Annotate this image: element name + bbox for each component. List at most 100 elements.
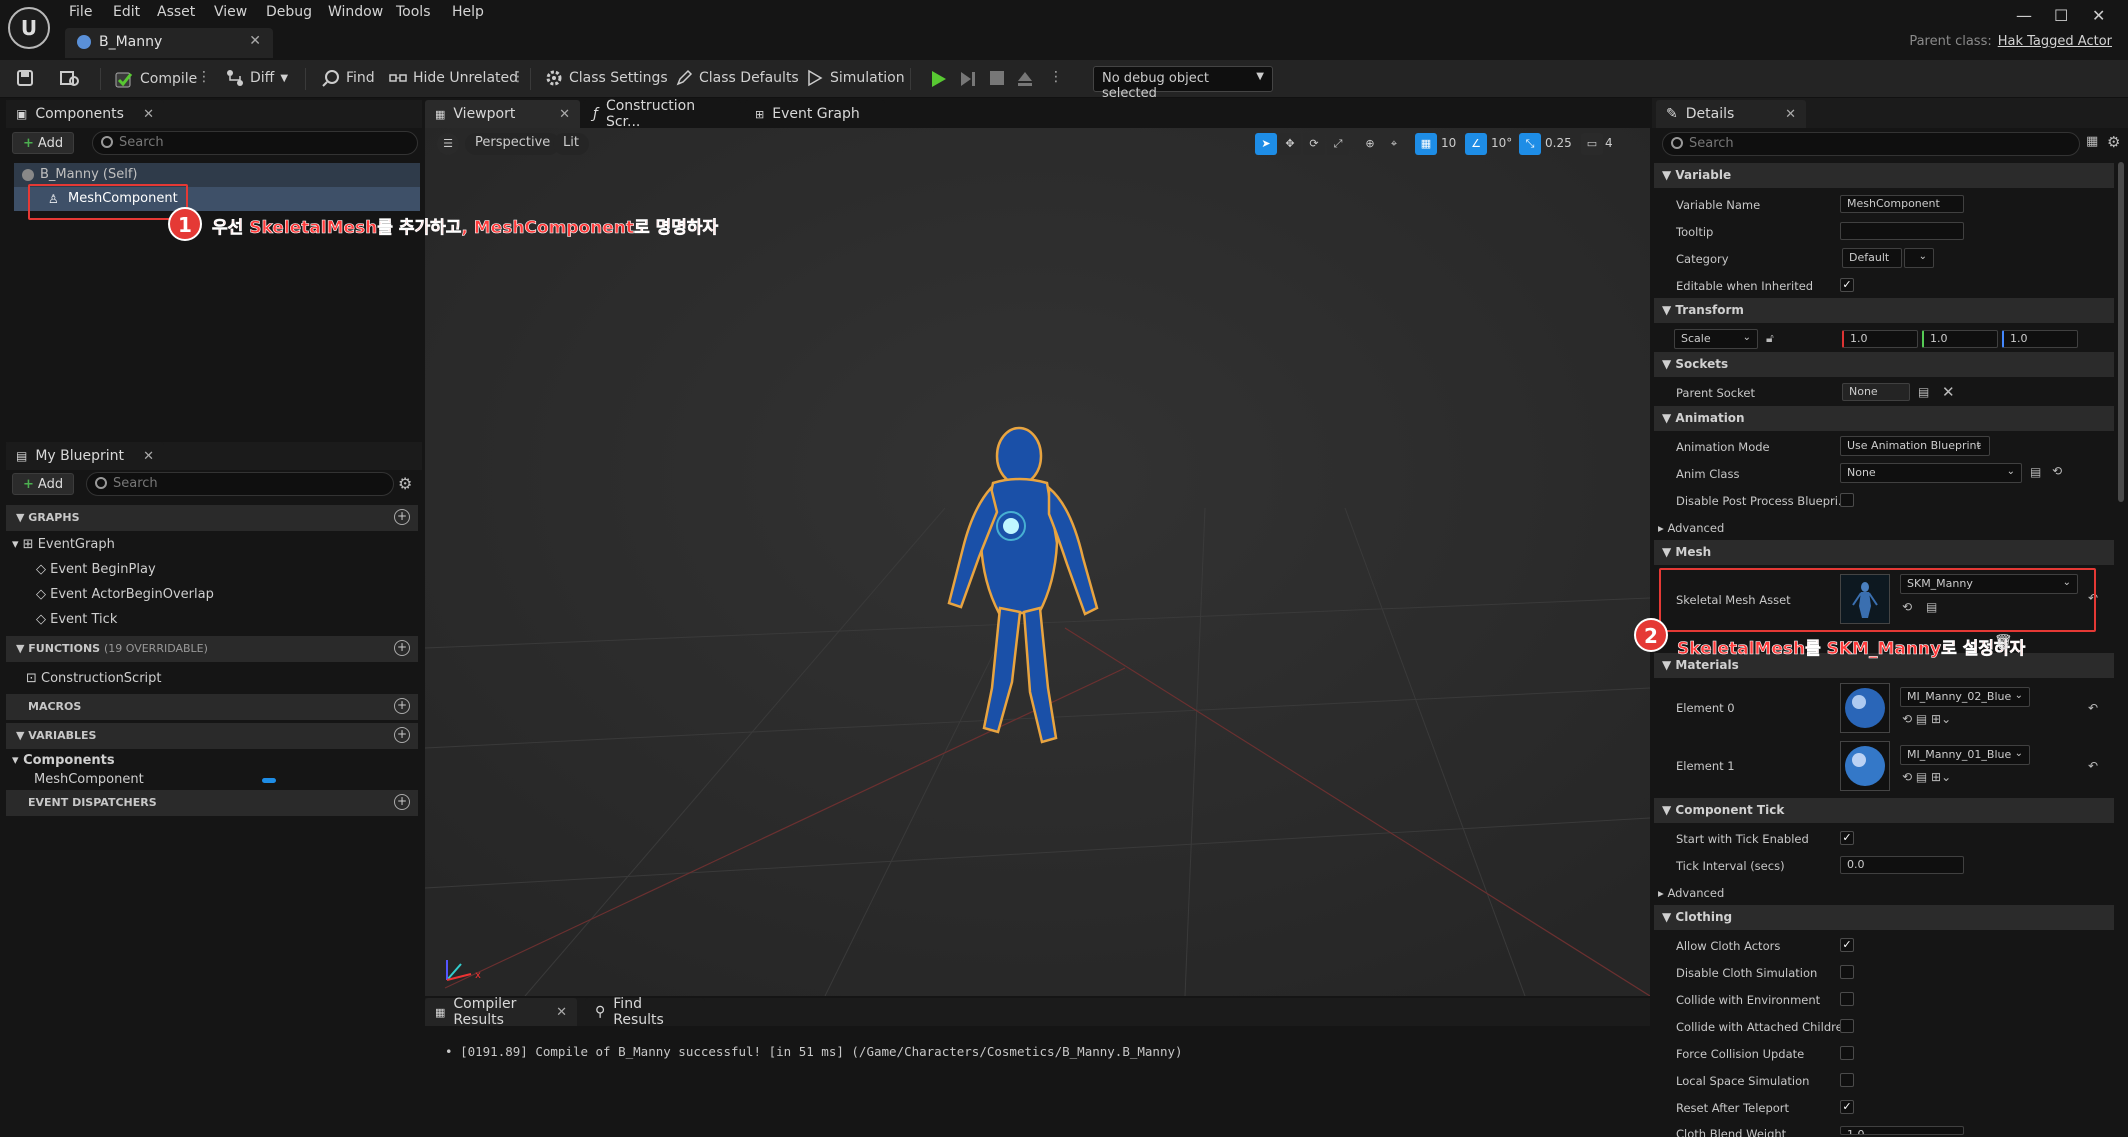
rotation-snap-icon[interactable]: ∠ xyxy=(1465,133,1487,155)
translate-icon[interactable]: ✥ xyxy=(1279,133,1301,155)
eject-icon[interactable] xyxy=(1016,70,1034,88)
tooltip-input[interactable] xyxy=(1840,222,1964,240)
category-dropdown[interactable]: ⌄ xyxy=(1904,248,1934,268)
tab-viewport[interactable]: ▦ Viewport ✕ xyxy=(425,100,580,128)
grid-snap-icon[interactable]: ▦ xyxy=(1415,133,1437,155)
tab-construction-script[interactable]: ƒ Construction Scr... xyxy=(583,98,741,130)
add-variable-icon[interactable]: + xyxy=(394,727,410,743)
scale-z-input[interactable]: 1.0 xyxy=(2002,330,2078,348)
mesh-section-header[interactable]: ▼ Mesh xyxy=(1654,540,2114,565)
perspective-button[interactable]: Perspective xyxy=(465,133,561,155)
graphs-section-header[interactable]: ▼ GRAPHS + xyxy=(6,505,418,531)
close-icon[interactable]: ✕ xyxy=(556,1005,567,1020)
tab-compiler-results[interactable]: ▦ Compiler Results ✕ xyxy=(425,996,577,1028)
maximize-icon[interactable]: ☐ xyxy=(2054,6,2068,25)
add-function-icon[interactable]: + xyxy=(394,640,410,656)
component-tick-section-header[interactable]: ▼ Component Tick xyxy=(1654,798,2114,823)
reset-to-default-icon[interactable]: ↶ xyxy=(2088,701,2098,715)
compile-options-icon[interactable]: ⋮ xyxy=(197,69,211,85)
animation-advanced-row[interactable]: ▸ Advanced xyxy=(1658,521,1724,535)
class-defaults-button[interactable]: Class Defaults xyxy=(675,69,799,87)
find-button[interactable]: Find xyxy=(322,69,375,87)
lock-icon[interactable]: 🔓︎ xyxy=(1766,331,1774,346)
menu-debug[interactable]: Debug xyxy=(266,4,312,20)
hide-unrelated-button[interactable]: Hide Unrelated xyxy=(389,69,518,87)
camera-speed-value[interactable]: 4 xyxy=(1605,136,1613,150)
menu-file[interactable]: File xyxy=(69,4,92,20)
clothing-option-checkbox[interactable] xyxy=(1840,965,1854,979)
clear-x-icon[interactable]: ✕ xyxy=(1942,383,1955,401)
variable-name-input[interactable]: MeshComponent xyxy=(1840,195,1964,213)
minimize-icon[interactable]: — xyxy=(2016,6,2032,25)
simulation-button[interactable]: Simulation xyxy=(806,69,905,87)
unreal-logo-icon[interactable]: U xyxy=(8,7,50,49)
mesh-component-variable[interactable]: MeshComponent xyxy=(34,772,144,787)
close-icon[interactable]: ✕ xyxy=(143,449,154,464)
variable-section-header[interactable]: ▼ Variable xyxy=(1654,163,2114,188)
hide-options-icon[interactable]: ⋮ xyxy=(511,69,525,85)
debug-object-select[interactable]: No debug object selected ▼ xyxy=(1093,66,1273,101)
transform-section-header[interactable]: ▼ Transform xyxy=(1654,298,2114,323)
macros-section-header[interactable]: MACROS + xyxy=(6,694,418,720)
play-options-icon[interactable]: ⋮ xyxy=(1049,69,1063,85)
browse-icon[interactable] xyxy=(60,69,80,87)
start-tick-checkbox[interactable]: ✓ xyxy=(1840,831,1854,845)
rotation-snap-value[interactable]: 10° xyxy=(1491,136,1512,150)
add-dispatcher-icon[interactable]: + xyxy=(394,794,410,810)
material1-dropdown[interactable]: MI_Manny_01_Blue ⌄ xyxy=(1900,745,2030,765)
menu-tools[interactable]: Tools xyxy=(396,4,431,20)
construction-script-item[interactable]: ⊡ ConstructionScript xyxy=(26,671,162,686)
add-member-button[interactable]: + Add xyxy=(12,473,75,495)
functions-section-header[interactable]: ▼ FUNCTIONS (19 OVERRIDABLE) + xyxy=(6,636,418,662)
add-graph-icon[interactable]: + xyxy=(394,509,410,525)
clothing-option-checkbox[interactable]: ✓ xyxy=(1840,938,1854,952)
details-scrollbar[interactable] xyxy=(2118,162,2124,502)
parent-socket-value[interactable]: None xyxy=(1842,383,1910,401)
save-icon[interactable] xyxy=(16,69,34,87)
play-icon[interactable] xyxy=(929,70,947,88)
tab-components[interactable]: ▣ Components ✕ xyxy=(6,100,164,128)
scale-snap-icon[interactable]: ⤡ xyxy=(1519,133,1541,155)
event-dispatchers-section-header[interactable]: EVENT DISPATCHERS + xyxy=(6,790,418,816)
rotate-icon[interactable]: ⟳ xyxy=(1303,133,1325,155)
close-icon[interactable]: ✕ xyxy=(1785,107,1796,122)
browse-icon[interactable]: ▤ xyxy=(2030,465,2041,479)
scale-x-input[interactable]: 1.0 xyxy=(1842,330,1918,348)
close-icon[interactable]: ✕ xyxy=(143,107,154,122)
menu-window[interactable]: Window xyxy=(328,4,383,20)
material1-thumbnail[interactable] xyxy=(1840,741,1890,791)
close-window-icon[interactable]: ✕ xyxy=(2092,6,2105,25)
hamburger-menu-icon[interactable]: ☰ xyxy=(437,133,459,155)
parent-class-link[interactable]: Hak Tagged Actor xyxy=(1998,34,2112,49)
reset-to-default-icon[interactable]: ↶ xyxy=(2088,759,2098,773)
components-group[interactable]: ▾ Components xyxy=(12,753,115,768)
scale-icon[interactable]: ⤢ xyxy=(1327,133,1349,155)
animation-section-header[interactable]: ▼ Animation xyxy=(1654,406,2114,431)
add-macro-icon[interactable]: + xyxy=(394,698,410,714)
material0-dropdown[interactable]: MI_Manny_02_Blue ⌄ xyxy=(1900,687,2030,707)
world-local-icon[interactable]: ⊕ xyxy=(1359,133,1381,155)
event-item[interactable]: ◇ Event BeginPlay xyxy=(36,562,156,577)
clothing-option-checkbox[interactable] xyxy=(1840,1046,1854,1060)
select-mode-icon[interactable]: ➤ xyxy=(1255,133,1277,155)
close-tab-icon[interactable]: ✕ xyxy=(249,33,261,49)
anim-class-dropdown[interactable]: None ⌄ xyxy=(1840,463,2022,483)
disable-post-process-checkbox[interactable] xyxy=(1840,493,1854,507)
class-settings-button[interactable]: Class Settings xyxy=(545,69,668,87)
reset-icon[interactable]: ⟲ ▤ ⊞⌄ xyxy=(1902,770,1951,784)
clothing-option-checkbox[interactable] xyxy=(1840,992,1854,1006)
surface-snap-icon[interactable]: ⌖ xyxy=(1383,133,1405,155)
clothing-section-header[interactable]: ▼ Clothing xyxy=(1654,905,2114,930)
menu-edit[interactable]: Edit xyxy=(113,4,140,20)
category-input[interactable]: Default xyxy=(1842,248,1902,268)
tab-find-results[interactable]: ⚲ Find Results xyxy=(585,996,705,1028)
components-search-input[interactable]: Search xyxy=(92,131,418,155)
diff-button[interactable]: Diff ▼ xyxy=(226,69,288,87)
scale-dropdown[interactable]: Scale ⌄ xyxy=(1674,329,1758,349)
tab-my-blueprint[interactable]: ▤ My Blueprint ✕ xyxy=(6,442,164,470)
tab-event-graph[interactable]: ⊞ Event Graph xyxy=(745,100,885,128)
clothing-option-checkbox[interactable] xyxy=(1840,1073,1854,1087)
details-search-input[interactable]: Search xyxy=(1662,132,2080,156)
tab-details[interactable]: ✎ Details ✕ xyxy=(1656,100,1806,128)
event-item[interactable]: ◇ Event ActorBeginOverlap xyxy=(36,587,214,602)
